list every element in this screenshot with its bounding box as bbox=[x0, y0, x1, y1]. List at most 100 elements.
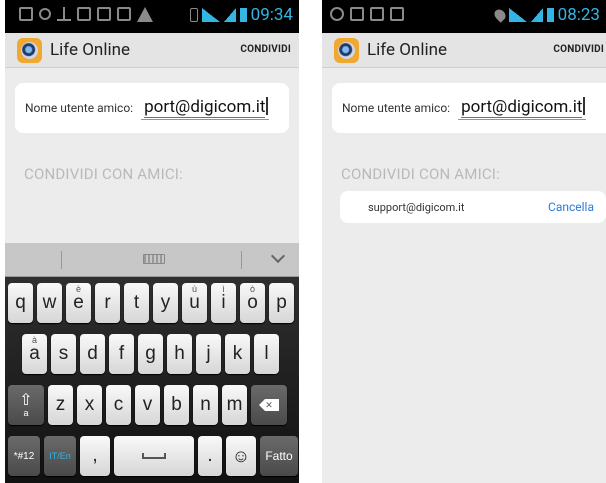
soft-keyboard: qwèertyùuìiòop àasdfghjkl ⇧ a zxcvbnm ✕ … bbox=[5, 243, 299, 483]
key-e[interactable]: èe bbox=[66, 283, 91, 323]
status-bar: 08:23 bbox=[322, 0, 606, 33]
share-button[interactable]: CONDIVIDI bbox=[240, 44, 291, 55]
app-logo-icon[interactable] bbox=[334, 37, 359, 63]
signal-icon bbox=[530, 8, 543, 22]
key-y[interactable]: y bbox=[153, 283, 178, 323]
phone-screen-left: 09:34 Life Online CONDIVIDI Nome utente … bbox=[5, 0, 299, 483]
key-accent-label: ò bbox=[249, 284, 255, 294]
keyboard-row-4: *#12 IT/En , . ☺ Fatto bbox=[8, 436, 298, 476]
key-label: i bbox=[221, 292, 226, 313]
action-bar: Life Online CONDIVIDI bbox=[5, 33, 299, 68]
key-k[interactable]: k bbox=[225, 334, 250, 374]
keyboard-row-1: qwèertyùuìiòop bbox=[8, 283, 294, 323]
key-m[interactable]: m bbox=[222, 385, 247, 425]
key-z[interactable]: z bbox=[48, 385, 73, 425]
key-label: a bbox=[29, 343, 40, 364]
key-w[interactable]: w bbox=[37, 283, 62, 323]
chevron-down-icon[interactable] bbox=[270, 248, 286, 264]
key-label: j bbox=[206, 343, 211, 364]
shift-arrow-icon: ⇧ bbox=[19, 391, 33, 409]
friend-username-card: Nome utente amico: port@digicom.it bbox=[332, 83, 606, 133]
backspace-key[interactable]: ✕ bbox=[251, 385, 287, 425]
clipboard-icon bbox=[370, 7, 384, 21]
key-label: t bbox=[133, 292, 140, 313]
suggestion-divider bbox=[61, 251, 62, 269]
shift-key[interactable]: ⇧ a bbox=[8, 385, 44, 425]
key-label: w bbox=[42, 292, 57, 313]
key-label: l bbox=[264, 343, 269, 364]
keyboard-letters-row-3: zxcvbnm bbox=[48, 385, 247, 425]
key-label: b bbox=[171, 394, 182, 415]
vibrate-icon bbox=[189, 8, 198, 22]
key-label: v bbox=[142, 394, 153, 415]
key-label: n bbox=[200, 394, 211, 415]
key-label: h bbox=[174, 343, 185, 364]
key-b[interactable]: b bbox=[164, 385, 189, 425]
key-d[interactable]: d bbox=[80, 334, 105, 374]
phone-screen-right: 08:23 Life Online CONDIVIDI Nome utente … bbox=[322, 0, 606, 483]
comma-key[interactable]: , bbox=[80, 436, 110, 476]
friend-username-label: Nome utente amico: bbox=[342, 101, 451, 115]
key-i[interactable]: ìi bbox=[211, 283, 236, 323]
key-accent-label: à bbox=[31, 335, 37, 345]
key-p[interactable]: p bbox=[269, 283, 294, 323]
done-key-label: Fatto bbox=[265, 449, 293, 463]
key-c[interactable]: c bbox=[106, 385, 131, 425]
status-time: 09:34 bbox=[250, 5, 293, 25]
key-x[interactable]: x bbox=[77, 385, 102, 425]
key-j[interactable]: j bbox=[196, 334, 221, 374]
key-s[interactable]: s bbox=[51, 334, 76, 374]
app-title: Life Online bbox=[367, 40, 447, 60]
key-l[interactable]: l bbox=[254, 334, 279, 374]
friend-username-input[interactable]: port@digicom.it bbox=[458, 96, 587, 120]
period-key[interactable]: . bbox=[198, 436, 222, 476]
keyboard-icon[interactable] bbox=[143, 254, 165, 264]
key-r[interactable]: r bbox=[95, 283, 120, 323]
battery-icon bbox=[546, 8, 554, 22]
key-q[interactable]: q bbox=[8, 283, 33, 323]
key-label: q bbox=[15, 292, 26, 313]
key-v[interactable]: v bbox=[135, 385, 160, 425]
key-label: d bbox=[87, 343, 98, 364]
key-label: o bbox=[247, 292, 258, 313]
backspace-icon: ✕ bbox=[259, 399, 279, 411]
smiley-icon: ☺ bbox=[231, 445, 251, 466]
key-label: c bbox=[113, 394, 124, 415]
key-a[interactable]: àa bbox=[22, 334, 47, 374]
key-label: k bbox=[232, 343, 243, 364]
key-g[interactable]: g bbox=[138, 334, 163, 374]
key-label: s bbox=[58, 343, 69, 364]
key-o[interactable]: òo bbox=[240, 283, 265, 323]
keyboard-row-3: ⇧ a zxcvbnm ✕ bbox=[8, 385, 287, 425]
wifi-icon bbox=[201, 8, 220, 22]
done-key[interactable]: Fatto bbox=[260, 436, 298, 476]
key-label: z bbox=[55, 394, 66, 415]
image-icon bbox=[350, 7, 364, 21]
app-logo-icon[interactable] bbox=[17, 37, 42, 63]
status-time: 08:23 bbox=[557, 5, 600, 25]
warning-icon bbox=[137, 7, 153, 22]
upload-icon bbox=[57, 7, 71, 21]
key-label: u bbox=[189, 292, 200, 313]
key-n[interactable]: n bbox=[193, 385, 218, 425]
space-key[interactable] bbox=[114, 436, 194, 476]
share-button[interactable]: CONDIVIDI bbox=[553, 44, 604, 55]
cancel-share-button[interactable]: Cancella bbox=[548, 200, 594, 214]
key-accent-label: ù bbox=[191, 284, 197, 294]
friend-username-value: port@digicom.it bbox=[144, 96, 266, 118]
key-f[interactable]: f bbox=[109, 334, 134, 374]
key-accent-label: ì bbox=[222, 284, 225, 294]
key-t[interactable]: t bbox=[124, 283, 149, 323]
key-h[interactable]: h bbox=[167, 334, 192, 374]
key-u[interactable]: ùu bbox=[182, 283, 207, 323]
period-key-label: . bbox=[207, 445, 213, 466]
language-key[interactable]: IT/En bbox=[44, 436, 76, 476]
emoji-key[interactable]: ☺ bbox=[226, 436, 256, 476]
symbols-key[interactable]: *#12 bbox=[8, 436, 40, 476]
keyboard-suggestion-bar bbox=[5, 243, 299, 277]
friend-username-input[interactable]: port@digicom.it bbox=[141, 96, 270, 120]
keyboard-notification-icon bbox=[19, 7, 33, 21]
app-title: Life Online bbox=[50, 40, 130, 60]
key-label: r bbox=[104, 292, 111, 313]
mail-icon bbox=[97, 7, 111, 21]
